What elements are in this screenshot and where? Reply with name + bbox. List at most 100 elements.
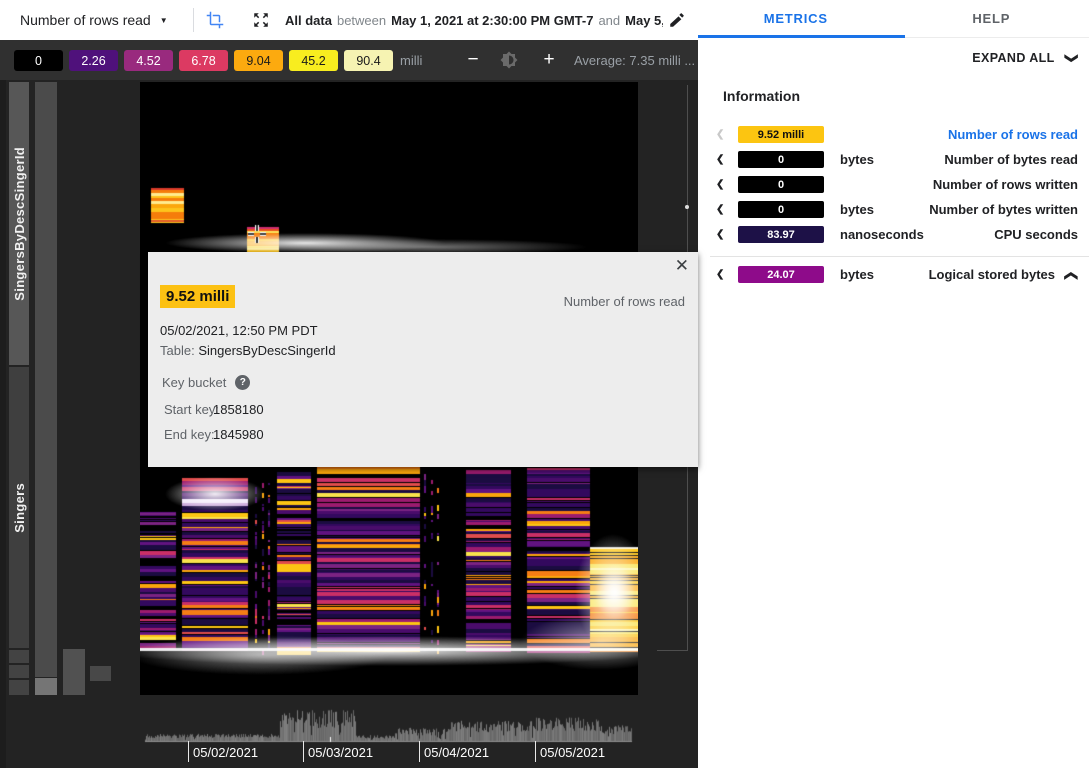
start-key-row: Start key: 1858180	[164, 402, 219, 417]
expand-all-button[interactable]: EXPAND ALL ❮	[972, 50, 1076, 66]
toolbar-divider	[193, 8, 194, 32]
metric-unit: bytes	[840, 152, 874, 167]
key-range-box[interactable]	[9, 665, 29, 678]
chevron-left-icon[interactable]: ❮	[716, 204, 724, 215]
end-key-value: 1845980	[213, 427, 264, 442]
metric-unit: nanoseconds	[840, 227, 924, 242]
range-and: and	[593, 13, 625, 28]
tooltip-table-row: Table: SingersByDescSingerId	[160, 343, 336, 358]
metric-row-bytes-read[interactable]: ❮ 0 bytes Number of bytes read	[698, 149, 1089, 174]
range-bracket-marker	[685, 205, 689, 209]
metric-dropdown[interactable]: Number of rows read ▼	[20, 0, 168, 40]
tab-help[interactable]: HELP	[894, 0, 1089, 37]
tab-metrics[interactable]: METRICS	[698, 0, 894, 37]
table-label: Singers	[12, 483, 27, 533]
range-prefix: All data	[285, 13, 332, 28]
time-range-text: All data between May 1, 2021 at 2:30:00 …	[285, 0, 663, 40]
top-toolbar: Number of rows read ▼ All data between M…	[0, 0, 698, 40]
tooltip-timestamp: 05/02/2021, 12:50 PM PDT	[160, 323, 318, 338]
crop-icon[interactable]	[206, 11, 224, 29]
chevron-up-icon[interactable]: ❮	[1064, 271, 1080, 282]
metric-label[interactable]: Number of bytes written	[929, 202, 1078, 217]
timeline-tick	[535, 741, 536, 762]
metric-unit: bytes	[840, 202, 874, 217]
range-bracket-foot	[657, 650, 688, 651]
average-value-label: Average: 7.35 milli ...	[574, 53, 696, 68]
range-end: May 5, 2	[625, 13, 663, 28]
left-edge-strip	[0, 80, 6, 768]
metric-row-cpu-seconds[interactable]: ❮ 83.97 nanoseconds CPU seconds	[698, 224, 1089, 249]
dropdown-arrow-icon: ▼	[160, 16, 168, 25]
tooltip-metric-name: Number of rows read	[564, 294, 685, 309]
start-key-value: 1858180	[213, 402, 264, 417]
start-key-label: Start key:	[164, 402, 219, 417]
metric-value-badge: 83.97	[738, 226, 824, 243]
key-density-bar-segment[interactable]	[35, 678, 57, 695]
metric-label[interactable]: CPU seconds	[994, 227, 1078, 242]
metric-value-badge: 0	[738, 151, 824, 168]
scale-chip: 90.4	[344, 50, 393, 71]
metric-row-bytes-written[interactable]: ❮ 0 bytes Number of bytes written	[698, 199, 1089, 224]
table-bar-singers[interactable]: Singers	[9, 367, 29, 648]
timeline-tick	[188, 741, 189, 762]
chevron-left-icon[interactable]: ❮	[716, 269, 724, 280]
metric-label[interactable]: Number of rows read	[948, 127, 1078, 142]
key-range-box[interactable]	[9, 650, 29, 663]
metric-value-badge: 9.52 milli	[738, 126, 824, 143]
metric-label[interactable]: Number of bytes read	[944, 152, 1078, 167]
close-icon[interactable]: ✕	[675, 256, 689, 276]
metric-row-logical-stored-bytes[interactable]: ❮ 24.07 bytes Logical stored bytes ❮	[698, 264, 1089, 289]
timeline-date-label: 05/03/2021	[308, 745, 373, 760]
brightness-decrease-button[interactable]: −	[462, 49, 484, 71]
range-between: between	[332, 13, 391, 28]
metric-label[interactable]: Logical stored bytes	[929, 267, 1055, 282]
tooltip-value-badge: 9.52 milli	[160, 285, 235, 308]
timeline-date-label: 05/02/2021	[193, 745, 258, 760]
scale-chip: 9.04	[234, 50, 283, 71]
end-key-label: End key:	[164, 427, 215, 442]
information-section-title: Information	[723, 88, 800, 104]
scale-unit-label: milli	[400, 53, 422, 68]
range-start: May 1, 2021 at 2:30:00 PM GMT-7	[391, 13, 593, 28]
metric-value-badge: 0	[738, 176, 824, 193]
table-label: SingersByDescSingerId	[12, 147, 27, 301]
color-scale-bar: 0 2.26 4.52 6.78 9.04 45.2 90.4 milli − …	[0, 40, 698, 80]
metric-label[interactable]: Number of rows written	[933, 177, 1078, 192]
key-density-bar[interactable]	[35, 82, 57, 677]
metric-value-badge: 0	[738, 201, 824, 218]
key-visualizer-app: Number of rows read ▼ All data between M…	[0, 0, 1089, 768]
key-bucket-row: Key bucket ?	[162, 375, 250, 390]
key-hierarchy-block[interactable]	[63, 649, 85, 695]
timeline-date-label: 05/05/2021	[540, 745, 605, 760]
table-field-value: SingersByDescSingerId	[198, 343, 335, 358]
scale-chip: 4.52	[124, 50, 173, 71]
end-key-row: End key: 1845980	[164, 427, 215, 442]
edit-pencil-icon[interactable]	[668, 11, 686, 29]
help-icon[interactable]: ?	[235, 375, 250, 390]
timeline-date-label: 05/04/2021	[424, 745, 489, 760]
chevron-left-icon[interactable]: ❮	[716, 229, 724, 240]
expand-all-label: EXPAND ALL	[972, 51, 1054, 65]
chevron-left-icon[interactable]: ❮	[716, 154, 724, 165]
table-field-label: Table:	[160, 343, 195, 358]
active-tab-underline	[698, 35, 905, 38]
metric-row-rows-written[interactable]: ❮ 0 Number of rows written	[698, 174, 1089, 199]
brightness-increase-button[interactable]: +	[538, 49, 560, 71]
timeline-tick	[303, 741, 304, 762]
zoom-out-map-icon[interactable]	[252, 11, 270, 29]
metric-unit: bytes	[840, 267, 874, 282]
chevron-down-icon: ❮	[1062, 52, 1078, 63]
chevron-left-icon[interactable]: ❮	[716, 129, 724, 140]
metric-row-rows-read[interactable]: ❮ 9.52 milli Number of rows read	[698, 124, 1089, 149]
brightness-icon[interactable]	[500, 51, 518, 69]
metric-value-badge: 24.07	[738, 266, 824, 283]
panel-tabs: METRICS HELP	[698, 0, 1089, 38]
key-hierarchy-block[interactable]	[90, 666, 111, 681]
key-range-box[interactable]	[9, 680, 29, 695]
key-bucket-label: Key bucket	[162, 375, 226, 390]
heatmap-tooltip: ✕ 9.52 milli Number of rows read 05/02/2…	[148, 252, 698, 467]
chevron-left-icon[interactable]: ❮	[716, 179, 724, 190]
metrics-side-panel: METRICS HELP EXPAND ALL ❮ Information ❮ …	[698, 0, 1089, 768]
table-bar-singersbydescsingerid[interactable]: SingersByDescSingerId	[9, 82, 29, 365]
section-divider	[710, 256, 1089, 257]
